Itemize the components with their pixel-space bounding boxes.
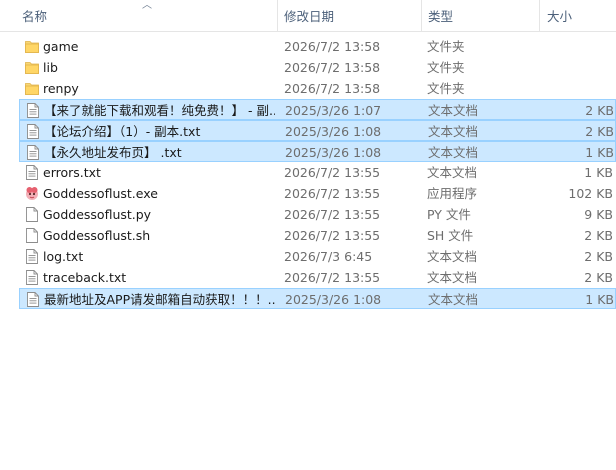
file-modified-date: 2025/3/26 1:08 — [285, 292, 382, 307]
file-row[interactable]: Goddessoflust.py 2026/7/2 13:55 PY 文件 9 KB — [19, 204, 616, 225]
file-name[interactable]: lib — [43, 57, 274, 78]
column-header-date[interactable]: 修改日期 — [284, 0, 334, 31]
file-size: 2 KB — [585, 124, 614, 139]
file-name[interactable]: Goddessoflust.exe — [43, 183, 274, 204]
file-modified-date: 2026/7/2 13:55 — [284, 165, 381, 180]
column-divider[interactable] — [421, 0, 422, 31]
text-file-icon — [26, 145, 40, 160]
file-row[interactable]: 【论坛介绍】（1）- 副本.txt 2025/3/26 1:08 文本文档 2 KB — [19, 120, 616, 141]
file-name[interactable]: 【论坛介绍】（1）- 副本.txt — [44, 121, 275, 142]
file-name[interactable]: Goddessoflust.sh — [43, 225, 274, 246]
file-name[interactable]: game — [43, 36, 274, 57]
text-file-icon — [25, 270, 39, 285]
folder-icon — [25, 60, 39, 75]
column-header-name[interactable]: 名称 — [22, 0, 47, 31]
file-type: 文本文档 — [428, 145, 479, 160]
file-row[interactable]: Goddessoflust.exe 2026/7/2 13:55 应用程序 102 K… — [19, 183, 616, 204]
file-size — [527, 36, 613, 57]
file-row[interactable]: 最新地址及APP请发邮箱自动获取！！！... 2025/3/26 1:08 文本文档… — [19, 288, 616, 309]
file-name[interactable]: errors.txt — [43, 162, 274, 183]
file-name[interactable]: 【永久地址发布页】 .txt — [44, 142, 275, 163]
file-row[interactable]: renpy 2026/7/2 13:58 文件夹 — [19, 78, 616, 99]
file-type: PY 文件 — [427, 207, 471, 222]
file-type: 文本文档 — [427, 249, 478, 264]
file-row[interactable]: Goddessoflust.sh 2026/7/2 13:55 SH 文件 2 KB — [19, 225, 616, 246]
file-row[interactable]: game 2026/7/2 13:58 文件夹 — [19, 36, 616, 57]
file-type: 文本文档 — [428, 124, 479, 139]
file-modified-date: 2026/7/2 13:55 — [284, 228, 381, 243]
file-type: 文件夹 — [427, 81, 465, 96]
file-size — [527, 57, 613, 78]
column-header-type[interactable]: 类型 — [428, 0, 453, 31]
app-exe-icon — [25, 186, 39, 201]
file-row[interactable]: 【永久地址发布页】 .txt 2025/3/26 1:08 文本文档 1 KB — [19, 141, 616, 162]
file-row[interactable]: 【来了就能下载和观看！纯免费！】 - 副... 2025/3/26 1:07 文本文… — [19, 99, 616, 120]
file-modified-date: 2025/3/26 1:08 — [285, 145, 382, 160]
sort-ascending-icon: ︿ — [142, 0, 152, 11]
file-size: 1 KB — [585, 292, 614, 307]
column-divider[interactable] — [277, 0, 278, 31]
file-type: 文件夹 — [427, 39, 465, 54]
file-modified-date: 2026/7/2 13:58 — [284, 60, 381, 75]
folder-icon — [25, 39, 39, 54]
file-type: 文本文档 — [427, 270, 478, 285]
folder-icon — [25, 81, 39, 96]
file-name[interactable]: traceback.txt — [43, 267, 274, 288]
file-row[interactable]: traceback.txt 2026/7/2 13:55 文本文档 2 KB — [19, 267, 616, 288]
file-size: 2 KB — [585, 103, 614, 118]
file-size: 9 KB — [584, 207, 613, 222]
text-file-icon — [26, 103, 40, 118]
file-row[interactable]: log.txt 2026/7/3 6:45 文本文档 2 KB — [19, 246, 616, 267]
file-type: 应用程序 — [427, 186, 478, 201]
file-modified-date: 2026/7/3 6:45 — [284, 249, 373, 264]
file-name[interactable]: Goddessoflust.py — [43, 204, 274, 225]
file-type: 文本文档 — [428, 292, 479, 307]
text-file-icon — [26, 292, 40, 307]
file-size: 1 KB — [585, 145, 614, 160]
file-modified-date: 2025/3/26 1:07 — [285, 103, 382, 118]
file-size — [527, 78, 613, 99]
column-divider[interactable] — [539, 0, 540, 31]
file-name[interactable]: renpy — [43, 78, 274, 99]
file-name[interactable]: 最新地址及APP请发邮箱自动获取！！！... — [44, 289, 275, 310]
column-header-bar: 名称 ︿ 修改日期 类型 大小 — [0, 0, 616, 32]
file-modified-date: 2026/7/2 13:58 — [284, 81, 381, 96]
column-header-size[interactable]: 大小 — [547, 0, 572, 31]
text-file-icon — [25, 249, 39, 264]
file-modified-date: 2026/7/2 13:55 — [284, 270, 381, 285]
text-file-icon — [26, 124, 40, 139]
file-size: 102 KB — [568, 186, 613, 201]
file-type: 文本文档 — [428, 103, 479, 118]
file-name[interactable]: 【来了就能下载和观看！纯免费！】 - 副... — [44, 100, 275, 121]
blank-file-icon — [25, 228, 39, 243]
file-type: 文件夹 — [427, 60, 465, 75]
file-modified-date: 2025/3/26 1:08 — [285, 124, 382, 139]
file-type: 文本文档 — [427, 165, 478, 180]
file-size: 1 KB — [584, 165, 613, 180]
file-size: 2 KB — [584, 249, 613, 264]
file-modified-date: 2026/7/2 13:55 — [284, 207, 381, 222]
file-modified-date: 2026/7/2 13:58 — [284, 39, 381, 54]
file-row[interactable]: errors.txt 2026/7/2 13:55 文本文档 1 KB — [19, 162, 616, 183]
text-file-icon — [25, 165, 39, 180]
file-size: 2 KB — [584, 228, 613, 243]
file-type: SH 文件 — [427, 228, 474, 243]
blank-file-icon — [25, 207, 39, 222]
file-size: 2 KB — [584, 270, 613, 285]
file-row[interactable]: lib 2026/7/2 13:58 文件夹 — [19, 57, 616, 78]
file-modified-date: 2026/7/2 13:55 — [284, 186, 381, 201]
file-name[interactable]: log.txt — [43, 246, 274, 267]
